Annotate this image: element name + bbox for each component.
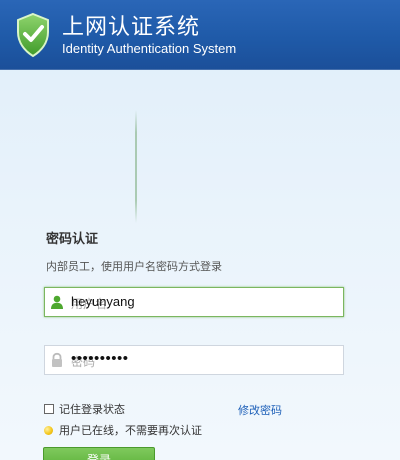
login-form-title: 密码认证 [46,232,99,247]
shield-check-icon [14,12,52,58]
password-value: •••••••••• [71,350,129,367]
change-password-link[interactable]: 修改密码 [238,402,282,418]
remember-login-toggle[interactable]: 记住登录状态 [44,402,125,416]
password-input[interactable]: 密码 •••••••••• [44,345,344,375]
app-title: 上网认证系统 [62,15,201,40]
remember-label: 记住登录状态 [59,403,125,416]
app-subtitle: Identity Authentication System [62,41,237,56]
user-icon [49,294,65,310]
header-bar: 上网认证系统 Identity Authentication System [0,0,400,70]
decorative-divider [135,110,137,223]
login-button[interactable]: 登录 [43,447,155,460]
login-form-description: 内部员工，使用用户名密码方式登录 [46,260,222,273]
lock-icon [49,352,65,368]
username-value: heyunyang [71,294,135,309]
username-input[interactable]: 用户名 heyunyang [44,287,344,317]
status-dot-icon [44,425,53,435]
remember-checkbox[interactable] [44,404,54,414]
status-text: 用户已在线，不需要再次认证 [59,424,202,437]
online-status: 用户已在线，不需要再次认证 [44,423,202,437]
